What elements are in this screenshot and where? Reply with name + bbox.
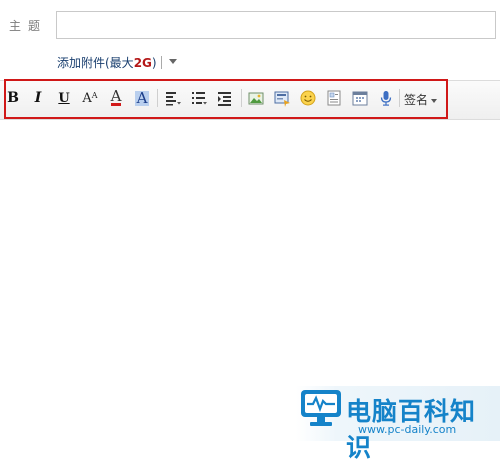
subject-input[interactable] xyxy=(56,11,496,39)
background-color-icon: A xyxy=(134,88,150,107)
add-attachment-link[interactable]: 添加附件(最大2G) xyxy=(57,56,157,70)
screenshot-button[interactable] xyxy=(272,88,292,108)
attachment-max-size: 2G xyxy=(133,56,152,70)
font-color-button[interactable]: A xyxy=(106,88,126,108)
document-icon xyxy=(327,90,341,106)
toolbar-separator xyxy=(399,89,400,107)
smiley-icon xyxy=(300,90,316,106)
bold-button[interactable]: B xyxy=(3,88,23,108)
background-color-button[interactable]: A xyxy=(132,88,152,108)
attachment-row: 添加附件(最大2G) xyxy=(57,54,177,72)
italic-icon: I xyxy=(34,90,42,106)
underline-button[interactable]: U xyxy=(54,88,74,108)
calendar-icon xyxy=(352,91,368,106)
template-button[interactable] xyxy=(324,88,344,108)
attachment-separator xyxy=(161,56,162,69)
indent-button[interactable] xyxy=(215,88,235,108)
emoticon-button[interactable] xyxy=(298,88,318,108)
watermark: 电脑百科知识 www.pc-daily.com xyxy=(296,386,500,462)
indent-icon xyxy=(218,92,231,106)
subject-row: 主题 xyxy=(0,0,500,48)
microphone-icon xyxy=(380,91,392,106)
list-icon xyxy=(192,92,207,105)
list-button[interactable] xyxy=(189,88,209,108)
font-size-button[interactable]: AA xyxy=(80,88,100,108)
italic-button[interactable]: I xyxy=(28,88,48,108)
voice-button[interactable] xyxy=(376,88,396,108)
insert-image-button[interactable] xyxy=(246,88,266,108)
toolbar-separator xyxy=(241,89,242,107)
attachment-dropdown-icon[interactable] xyxy=(169,59,177,64)
font-color-icon: A xyxy=(110,87,122,106)
subject-label: 主题 xyxy=(9,19,48,33)
toolbar-separator xyxy=(157,89,158,107)
font-size-icon: AA xyxy=(82,90,98,106)
watermark-url: www.pc-daily.com xyxy=(358,423,457,436)
signature-label: 签名 xyxy=(404,93,429,107)
underline-icon: U xyxy=(58,90,70,106)
signature-dropdown[interactable]: 签名 xyxy=(404,91,438,108)
chevron-down-icon xyxy=(431,98,438,103)
monitor-logo-icon xyxy=(301,390,341,426)
add-attachment-label: 添加附件(最大 xyxy=(57,56,134,70)
align-left-icon xyxy=(166,92,181,106)
image-icon xyxy=(248,92,264,105)
align-button[interactable] xyxy=(163,88,183,108)
screenshot-icon xyxy=(274,91,290,107)
calendar-button[interactable] xyxy=(350,88,370,108)
bold-icon: B xyxy=(7,90,19,106)
attachment-close-paren: ) xyxy=(151,56,157,70)
